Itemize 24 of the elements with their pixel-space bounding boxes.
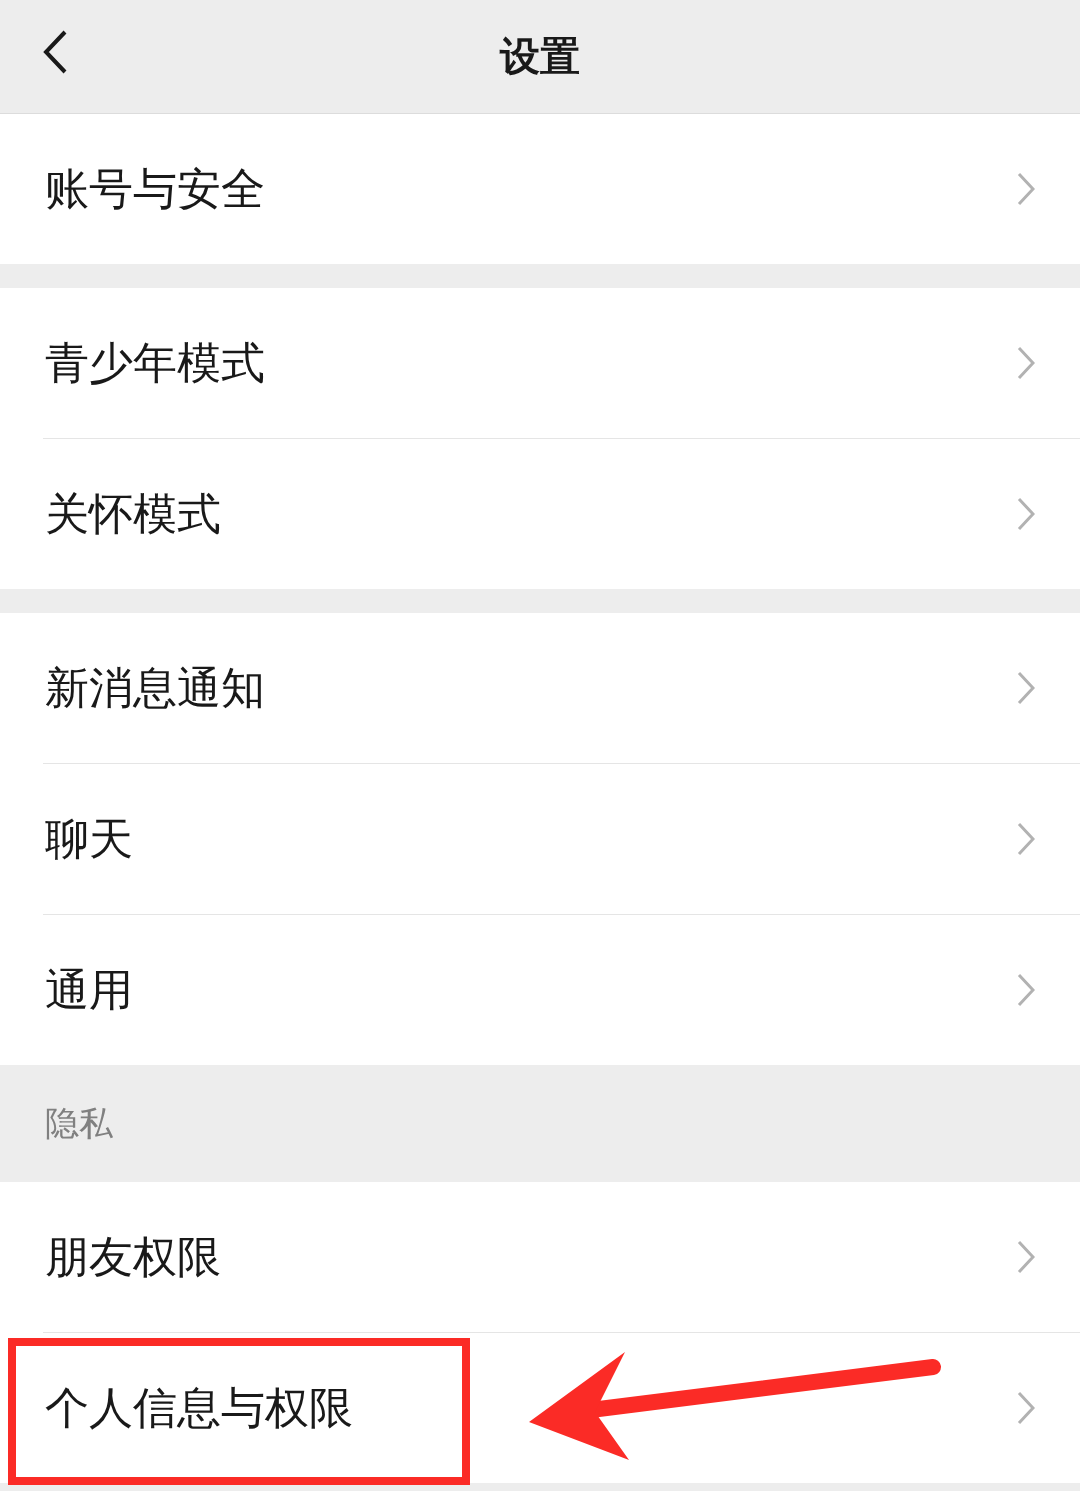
row-label: 新消息通知 [45,660,265,715]
row-label: 朋友权限 [45,1229,221,1284]
row-label: 聊天 [45,811,133,866]
row-label: 青少年模式 [45,335,265,390]
settings-row[interactable]: 关怀模式 [43,438,1080,589]
settings-row[interactable]: 聊天 [43,763,1080,914]
chevron-icon [1017,497,1035,531]
row-label: 关怀模式 [45,486,221,541]
chevron-icon [1017,671,1035,705]
row-label: 通用 [45,962,133,1017]
chevron-icon [1017,1391,1035,1425]
settings-row[interactable]: 朋友权限 [0,1182,1080,1332]
settings-row[interactable]: 账号与安全 [0,114,1080,264]
row-label: 个人信息与权限 [45,1380,353,1435]
row-label: 账号与安全 [45,161,265,216]
chevron-icon [1017,346,1035,380]
chevron-icon [1017,822,1035,856]
chevron-icon [1017,1240,1035,1274]
chevron-icon [1017,973,1035,1007]
settings-row[interactable]: 青少年模式 [0,288,1080,438]
chevron-icon [1017,172,1035,206]
back-icon [42,29,68,75]
page-title: 设置 [500,32,580,81]
settings-row[interactable]: 新消息通知 [0,613,1080,763]
